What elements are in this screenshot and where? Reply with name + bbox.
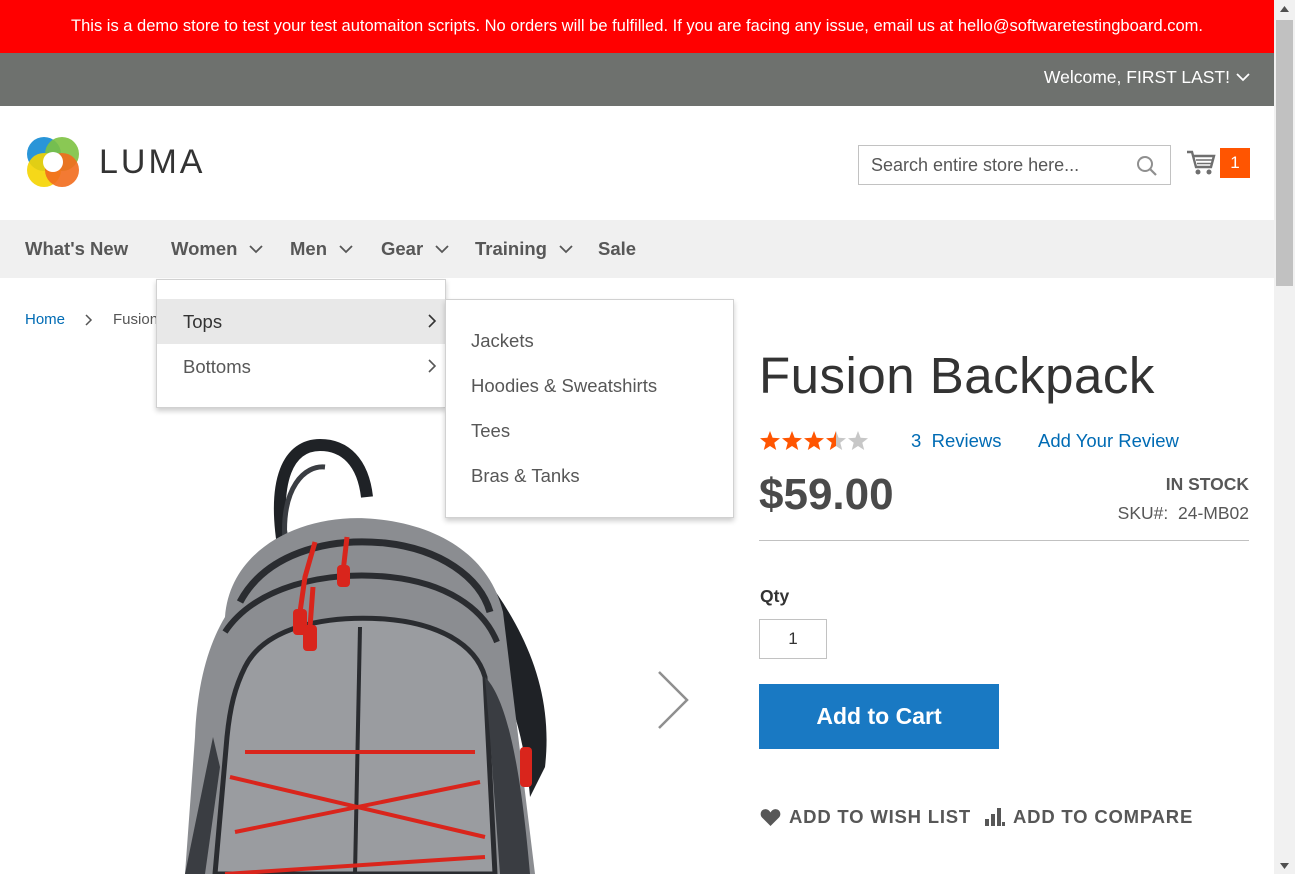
add-to-wishlist-link[interactable]: ADD TO WISH LIST — [760, 806, 971, 828]
nav-item-training[interactable]: Training — [475, 220, 573, 278]
bar-chart-icon — [985, 808, 1005, 826]
menu-item-label: Tops — [183, 310, 223, 332]
menu-item-label: Bottoms — [183, 355, 251, 377]
minicart-button[interactable]: 1 — [1186, 148, 1250, 178]
main-navigation: What's New Women Men Gear Training Sale — [0, 220, 1274, 278]
wishlist-label: ADD TO WISH LIST — [789, 806, 972, 827]
reviews-label: Reviews — [931, 430, 1002, 451]
chevron-right-icon — [428, 359, 437, 373]
star-rating-icon — [760, 431, 868, 450]
chevron-down-icon — [249, 244, 264, 253]
search-input[interactable] — [859, 146, 1170, 184]
search-box — [858, 145, 1171, 185]
nav-item-men[interactable]: Men — [290, 220, 353, 278]
reviews-count: 3 — [911, 430, 922, 451]
compare-label: ADD TO COMPARE — [1013, 806, 1194, 827]
demo-notice-bar: This is a demo store to test your test a… — [0, 0, 1274, 53]
add-to-compare-link[interactable]: ADD TO COMPARE — [985, 806, 1193, 828]
shopping-cart-icon — [1187, 150, 1216, 175]
nav-label: Men — [290, 238, 327, 259]
chevron-right-icon — [428, 314, 437, 328]
chevron-down-icon — [339, 244, 353, 253]
divider — [759, 540, 1249, 541]
welcome-text: Welcome, FIRST LAST! — [1043, 67, 1230, 87]
page-header: LUMA 1 — [0, 106, 1274, 220]
heart-icon — [760, 808, 781, 826]
add-to-cart-button[interactable]: Add to Cart — [759, 684, 999, 749]
page-scrollbar[interactable] — [1274, 0, 1295, 874]
chevron-down-icon — [559, 244, 573, 253]
chevron-right-icon — [85, 313, 93, 326]
search-icon[interactable] — [1136, 155, 1158, 177]
stock-status: IN STOCK — [1165, 474, 1249, 494]
submenu-item-jackets[interactable]: Jackets — [471, 330, 534, 352]
nav-item-women[interactable]: Women — [171, 220, 264, 278]
submenu-item-tees[interactable]: Tees — [471, 420, 510, 442]
sku-value: 24-MB02 — [1177, 503, 1249, 523]
demo-notice-text: This is a demo store to test your test a… — [71, 17, 1203, 35]
menu-item-tops[interactable]: Tops — [157, 299, 445, 344]
sku-label: SKU#: — [1117, 503, 1169, 523]
breadcrumb-home-link[interactable]: Home — [25, 311, 65, 328]
cart-count-badge: 1 — [1220, 148, 1250, 178]
chevron-down-icon — [1236, 73, 1250, 82]
top-panel: Welcome, FIRST LAST! — [0, 53, 1274, 106]
qty-label: Qty — [760, 586, 790, 606]
nav-label: What's New — [25, 238, 129, 259]
nav-label: Sale — [598, 238, 637, 259]
logo-text: LUMA — [99, 142, 206, 181]
women-submenu: Tops Bottoms — [156, 279, 446, 408]
tops-submenu: Jackets Hoodies & Sweatshirts Tees Bras … — [445, 299, 734, 518]
nav-item-gear[interactable]: Gear — [381, 220, 449, 278]
qty-input[interactable] — [759, 619, 827, 659]
image-next-arrow-icon[interactable] — [655, 670, 690, 730]
nav-label: Gear — [381, 238, 424, 259]
rating-stars — [759, 430, 871, 452]
nav-label: Women — [171, 238, 238, 259]
product-price: $59.00 — [759, 470, 894, 519]
nav-item-whats-new[interactable]: What's New — [25, 220, 128, 278]
submenu-item-hoodies[interactable]: Hoodies & Sweatshirts — [471, 375, 657, 397]
menu-item-bottoms[interactable]: Bottoms — [157, 344, 445, 389]
nav-label: Training — [475, 238, 547, 259]
chevron-down-icon — [435, 244, 449, 253]
logo-link[interactable]: LUMA — [25, 134, 205, 190]
product-title: Fusion Backpack — [759, 347, 1155, 404]
nav-item-sale[interactable]: Sale — [598, 220, 636, 278]
submenu-item-bras-tanks[interactable]: Bras & Tanks — [471, 465, 580, 487]
add-review-link[interactable]: Add Your Review — [1038, 430, 1179, 452]
reviews-link[interactable]: 3 Reviews — [911, 430, 1002, 452]
customer-menu-toggle[interactable]: Welcome, FIRST LAST! — [1044, 67, 1250, 88]
scrollbar-thumb[interactable] — [1276, 20, 1293, 286]
product-sku: SKU#: 24-MB02 — [1118, 503, 1249, 524]
scroll-up-arrow-icon[interactable] — [1274, 0, 1295, 17]
scroll-down-arrow-icon[interactable] — [1274, 857, 1295, 874]
luma-logo-icon — [27, 137, 79, 187]
